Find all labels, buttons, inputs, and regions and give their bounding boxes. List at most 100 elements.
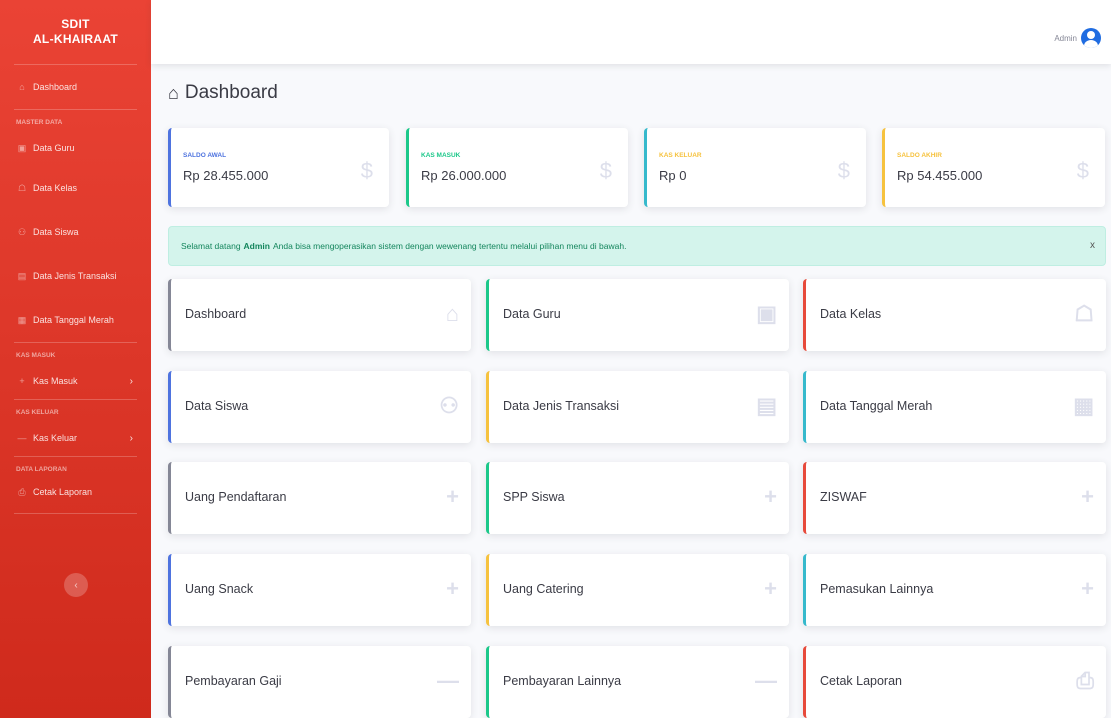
brand-logo[interactable]: SDIT AL-KHAIRAAT — [0, 0, 151, 64]
plus-icon: + — [1081, 484, 1094, 509]
chevron-right-icon: › — [129, 375, 133, 387]
teacher-icon: ▣ — [756, 301, 777, 326]
chevron-right-icon: › — [129, 432, 133, 444]
sidebar-item-label: Dashboard — [33, 82, 78, 92]
card-title: Data Tanggal Merah — [820, 399, 933, 413]
stat-card-saldo-awal: SALDO AWAL Rp 28.455.000 $ — [168, 128, 389, 207]
alert-user: Admin — [243, 241, 270, 251]
user-menu[interactable]: Admin — [1054, 28, 1101, 48]
brand-line-2: AL-KHAIRAAT — [32, 32, 119, 46]
minus-icon: — — [437, 668, 459, 693]
minus-icon: — — [755, 668, 777, 693]
sidebar-toggle-button[interactable]: ‹ — [64, 573, 88, 597]
stat-label: KAS MASUK — [421, 152, 461, 159]
sidebar-item-data-guru[interactable]: ▣ Data Guru — [0, 130, 151, 166]
home-icon: ⌂ — [19, 82, 25, 92]
sidebar-divider — [14, 109, 137, 110]
sidebar-divider — [14, 456, 137, 457]
card-ziswaf[interactable]: ZISWAF + — [803, 462, 1106, 534]
card-data-siswa[interactable]: Data Siswa ⚇ — [168, 371, 471, 443]
users-icon: ⚇ — [439, 393, 459, 418]
sidebar-item-label: Data Kelas — [33, 183, 78, 193]
card-uang-snack[interactable]: Uang Snack + — [168, 554, 471, 626]
topbar: Admin — [151, 0, 1111, 64]
card-title: Uang Catering — [503, 582, 584, 596]
stat-card-kas-masuk: KAS MASUK Rp 26.000.000 $ — [406, 128, 628, 207]
sidebar-item-data-tanggal-merah[interactable]: ▦ Data Tanggal Merah — [0, 298, 151, 342]
card-pemasukan-lainnya[interactable]: Pemasukan Lainnya + — [803, 554, 1106, 626]
sidebar-item-data-kelas[interactable]: ☖ Data Kelas — [0, 166, 151, 210]
plus-icon: + — [19, 376, 25, 386]
card-title: Cetak Laporan — [820, 674, 903, 688]
alert-prefix: Selamat datang — [181, 241, 241, 251]
card-title: Data Jenis Transaksi — [503, 399, 620, 413]
sidebar-item-kas-keluar[interactable]: — Kas Keluar › — [0, 420, 151, 456]
card-title: Data Guru — [503, 307, 561, 321]
sidebar-item-dashboard[interactable]: ⌂ Dashboard — [0, 65, 151, 109]
card-data-kelas[interactable]: Data Kelas ☖ — [803, 279, 1106, 351]
welcome-alert: Selamat datang Admin Anda bisa mengopera… — [168, 226, 1106, 266]
users-icon: ⚇ — [17, 226, 27, 237]
sidebar-divider — [14, 513, 137, 514]
sidebar-item-label: Data Siswa — [33, 227, 79, 237]
sidebar-item-label: Cetak Laporan — [33, 487, 93, 497]
stat-label: SALDO AWAL — [183, 152, 227, 159]
card-title: Pembayaran Lainnya — [503, 674, 622, 688]
card-title: Uang Pendaftaran — [185, 490, 287, 504]
sidebar-item-data-siswa[interactable]: ⚇ Data Siswa — [0, 210, 151, 254]
sidebar-divider — [14, 342, 137, 343]
print-icon: ⎙ — [18, 486, 26, 497]
card-title: Dashboard — [185, 307, 247, 321]
card-uang-pendaftaran[interactable]: Uang Pendaftaran + — [168, 462, 471, 534]
stat-label: KAS KELUAR — [659, 152, 702, 159]
page-title: ⌂ Dashboard — [168, 82, 278, 104]
stat-value: Rp 26.000.000 — [421, 168, 507, 183]
stat-card-kas-keluar: KAS KELUAR Rp 0 $ — [644, 128, 866, 207]
sidebar-item-label: Data Tanggal Merah — [33, 315, 114, 325]
card-title: Data Siswa — [185, 399, 249, 413]
stat-label: SALDO AKHIR — [897, 152, 942, 159]
card-cetak-laporan[interactable]: Cetak Laporan ⎙ — [803, 646, 1106, 718]
money-icon: ▤ — [756, 393, 777, 418]
card-title: ZISWAF — [820, 490, 867, 504]
card-pembayaran-gaji[interactable]: Pembayaran Gaji — — [168, 646, 471, 718]
brand-line-1: SDIT — [61, 17, 90, 31]
sidebar-heading-kas-keluar: KAS KELUAR — [16, 409, 59, 416]
card-data-guru[interactable]: Data Guru ▣ — [486, 279, 789, 351]
sidebar-item-label: Data Guru — [33, 143, 75, 153]
sidebar-item-kas-masuk[interactable]: + Kas Masuk › — [0, 363, 151, 399]
sidebar-item-label: Kas Masuk — [33, 376, 78, 386]
stat-card-saldo-akhir: SALDO AKHIR Rp 54.455.000 $ — [882, 128, 1105, 207]
user-name: Admin — [1054, 33, 1077, 43]
plus-icon: + — [1081, 576, 1094, 601]
sidebar-item-cetak-laporan[interactable]: ⎙ Cetak Laporan — [0, 477, 151, 507]
card-uang-catering[interactable]: Uang Catering + — [486, 554, 789, 626]
card-data-jenis-transaksi[interactable]: Data Jenis Transaksi ▤ — [486, 371, 789, 443]
alert-message: Anda bisa mengoperasikan sistem dengan w… — [273, 241, 627, 251]
calendar-icon: ▦ — [1073, 393, 1094, 418]
card-data-tanggal-merah[interactable]: Data Tanggal Merah ▦ — [803, 371, 1106, 443]
stat-value: Rp 28.455.000 — [183, 168, 269, 183]
card-title: Pemasukan Lainnya — [820, 582, 934, 596]
print-icon: ⎙ — [1076, 668, 1094, 693]
sidebar-item-data-jenis-transaksi[interactable]: ▤ Data Jenis Transaksi — [0, 254, 151, 298]
page-title-text: Dashboard — [184, 82, 278, 103]
card-spp-siswa[interactable]: SPP Siswa + — [486, 462, 789, 534]
home-icon: ⌂ — [445, 301, 459, 326]
card-pembayaran-lainnya[interactable]: Pembayaran Lainnya — — [486, 646, 789, 718]
sidebar-heading-data-laporan: DATA LAPORAN — [16, 466, 67, 473]
close-icon[interactable]: x — [1090, 240, 1095, 251]
sidebar-divider — [14, 399, 137, 400]
user-avatar-icon — [1081, 28, 1101, 48]
sidebar-item-label: Data Jenis Transaksi — [33, 271, 117, 281]
minus-icon: — — [17, 433, 27, 443]
money-icon: ▤ — [17, 270, 27, 281]
plus-icon: + — [446, 484, 459, 509]
building-icon: ☖ — [17, 182, 27, 193]
teacher-icon: ▣ — [17, 142, 27, 153]
dollar-icon: $ — [360, 158, 373, 183]
sidebar-heading-master-data: MASTER DATA — [16, 119, 63, 126]
plus-icon: + — [764, 484, 777, 509]
dollar-icon: $ — [837, 158, 850, 183]
card-dashboard[interactable]: Dashboard ⌂ — [168, 279, 471, 351]
